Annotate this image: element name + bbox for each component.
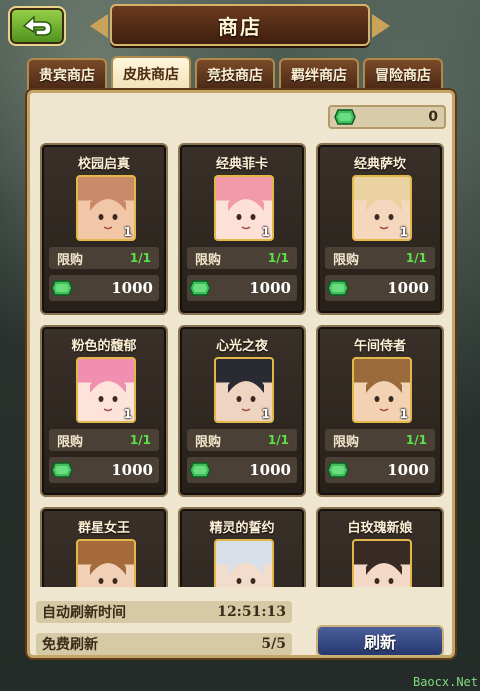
purchase-limit-row: 限购 1/1 [187, 247, 297, 269]
shop-tabs: 贵宾商店 皮肤商店 竞技商店 羁绊商店 冒险商店 [27, 56, 443, 90]
limit-label: 限购 [333, 252, 360, 268]
limit-value: 1/1 [267, 251, 289, 265]
price-row: 1000 [325, 457, 435, 483]
item-name: 校园启真 [77, 157, 130, 172]
item-price: 1000 [111, 279, 153, 297]
tab-1[interactable]: 皮肤商店 [111, 56, 191, 90]
character-face-icon [90, 555, 126, 587]
item-price: 1000 [111, 461, 153, 479]
purchase-limit-row: 限购 1/1 [325, 247, 435, 269]
item-name: 午间侍者 [353, 339, 406, 354]
item-portrait: 1 [352, 357, 412, 423]
item-portrait: 1 [352, 175, 412, 241]
character-face-icon [366, 555, 402, 587]
limit-label: 限购 [333, 434, 360, 450]
item-name: 粉色的馥郁 [71, 339, 137, 354]
limit-value: 1/1 [405, 251, 427, 265]
shop-panel: 0 校园启真 1 限购 1/1 1000 经典菲卡 1 限购 1/1 1000 经典萨坎 1 限购 1/1… [27, 90, 455, 658]
shop-item-card[interactable]: 粉色的馥郁 1 限购 1/1 1000 [40, 325, 168, 497]
watermark: Baocx.Net [412, 675, 478, 689]
limit-label: 限购 [195, 434, 222, 450]
item-count: 1 [123, 407, 132, 421]
item-price: 1000 [249, 279, 291, 297]
tab-2[interactable]: 竞技商店 [195, 58, 275, 90]
green-gem-icon [334, 109, 356, 125]
purchase-limit-row: 限购 1/1 [187, 429, 297, 451]
limit-value: 1/1 [405, 433, 427, 447]
title-banner: 商店 [90, 4, 390, 46]
price-row: 1000 [187, 275, 297, 301]
price-row: 1000 [325, 275, 435, 301]
item-price: 1000 [249, 461, 291, 479]
item-name: 经典萨坎 [353, 157, 406, 172]
shop-item-card[interactable]: 经典菲卡 1 限购 1/1 1000 [178, 143, 306, 315]
purchase-limit-row: 限购 1/1 [325, 429, 435, 451]
item-count: 1 [261, 407, 270, 421]
free-refresh-label: 免费刷新 [42, 637, 98, 653]
refresh-button[interactable]: 刷新 [316, 625, 444, 657]
shop-item-card[interactable]: 经典萨坎 1 限购 1/1 1000 [316, 143, 444, 315]
item-count: 1 [399, 407, 408, 421]
auto-refresh-time: 12:51:13 [217, 604, 286, 620]
purchase-limit-row: 限购 1/1 [49, 247, 159, 269]
item-portrait: 1 [352, 539, 412, 587]
price-row: 1000 [49, 275, 159, 301]
price-row: 1000 [187, 457, 297, 483]
shop-item-card[interactable]: 白玫瑰新娘1限购1/11000 [316, 507, 444, 587]
auto-refresh-row: 自动刷新时间 12:51:13 [36, 601, 292, 623]
shop-item-card[interactable]: 群星女王1限购1/11000 [40, 507, 168, 587]
shop-item-card[interactable]: 午间侍者 1 限购 1/1 1000 [316, 325, 444, 497]
green-gem-icon [327, 280, 349, 296]
tab-3[interactable]: 羁绊商店 [279, 58, 359, 90]
tab-0[interactable]: 贵宾商店 [27, 58, 107, 90]
item-price: 1000 [387, 461, 429, 479]
price-row: 1000 [49, 457, 159, 483]
page-title: 商店 [218, 14, 262, 39]
green-gem-icon [51, 462, 73, 478]
item-grid: 校园启真 1 限购 1/1 1000 经典菲卡 1 限购 1/1 1000 经典萨坎 1 限购 1/1 10… [40, 143, 444, 587]
free-refresh-count: 5/5 [261, 636, 286, 652]
item-portrait: 1 [214, 175, 274, 241]
green-gem-icon [189, 462, 211, 478]
back-button[interactable] [8, 6, 66, 46]
item-portrait: 1 [76, 539, 136, 587]
item-name: 白玫瑰新娘 [347, 521, 413, 536]
item-portrait: 1 [214, 357, 274, 423]
item-name: 群星女王 [77, 521, 130, 536]
currency-bar: 0 [328, 105, 446, 129]
item-price: 1000 [387, 279, 429, 297]
limit-value: 1/1 [267, 433, 289, 447]
item-portrait: 1 [76, 175, 136, 241]
item-name: 精灵的誓约 [209, 521, 275, 536]
item-count: 1 [123, 225, 132, 239]
shop-item-card[interactable]: 校园启真 1 限购 1/1 1000 [40, 143, 168, 315]
back-arrow-icon [22, 15, 52, 36]
tab-4[interactable]: 冒险商店 [363, 58, 443, 90]
currency-value: 0 [428, 109, 438, 125]
green-gem-icon [189, 280, 211, 296]
auto-refresh-label: 自动刷新时间 [42, 605, 126, 621]
item-name: 心光之夜 [215, 339, 268, 354]
free-refresh-row: 免费刷新 5/5 [36, 633, 292, 655]
limit-value: 1/1 [129, 433, 151, 447]
purchase-limit-row: 限购 1/1 [49, 429, 159, 451]
limit-label: 限购 [57, 252, 84, 268]
item-count: 1 [261, 225, 270, 239]
green-gem-icon [51, 280, 73, 296]
item-portrait: 1 [214, 539, 274, 587]
green-gem-icon [327, 462, 349, 478]
item-name: 经典菲卡 [215, 157, 268, 172]
item-portrait: 1 [76, 357, 136, 423]
limit-label: 限购 [57, 434, 84, 450]
limit-label: 限购 [195, 252, 222, 268]
limit-value: 1/1 [129, 251, 151, 265]
item-count: 1 [399, 225, 408, 239]
shop-item-card[interactable]: 精灵的誓约1限购1/11000 [178, 507, 306, 587]
character-face-icon [228, 555, 264, 587]
shop-item-card[interactable]: 心光之夜 1 限购 1/1 1000 [178, 325, 306, 497]
